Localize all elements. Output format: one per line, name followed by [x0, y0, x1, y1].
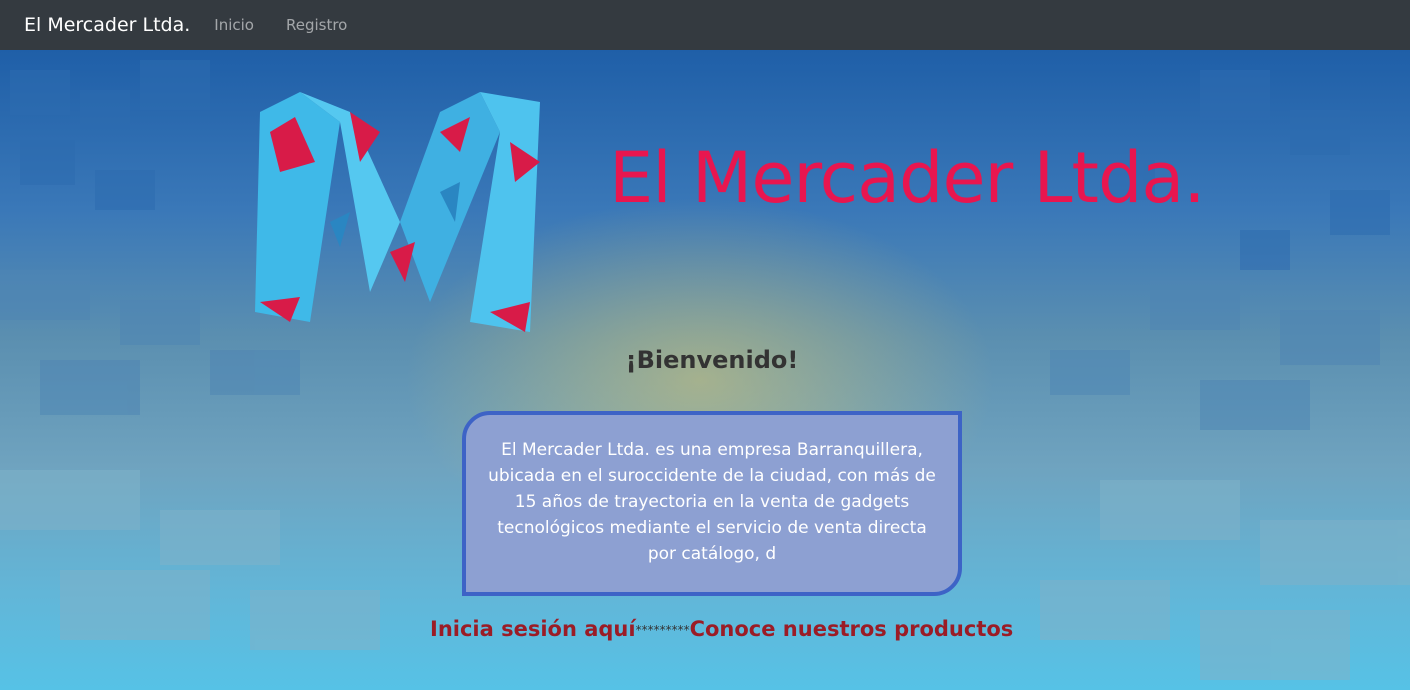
navbar-brand[interactable]: El Mercader Ltda. [24, 14, 190, 36]
hero-title: El Mercader Ltda. [609, 137, 1206, 219]
link-separator: ********* [635, 623, 690, 637]
polygon-m-logo-icon [255, 92, 540, 332]
about-card: El Mercader Ltda. es una empresa Barranq… [462, 411, 962, 596]
welcome-heading: ¡Bienvenido! [625, 346, 799, 374]
products-link[interactable]: Conoce nuestros productos [690, 617, 1014, 641]
about-text: El Mercader Ltda. es una empresa Barranq… [488, 440, 936, 564]
nav-link-registro[interactable]: Registro [286, 16, 347, 34]
action-links: Inicia sesión aquí*********Conoce nuestr… [430, 617, 1030, 641]
login-link[interactable]: Inicia sesión aquí [430, 617, 636, 641]
nav-link-inicio[interactable]: Inicio [214, 16, 254, 34]
hero-section: El Mercader Ltda. ¡Bienvenido! El Mercad… [0, 50, 1410, 690]
top-navbar: El Mercader Ltda. Inicio Registro [0, 0, 1410, 50]
